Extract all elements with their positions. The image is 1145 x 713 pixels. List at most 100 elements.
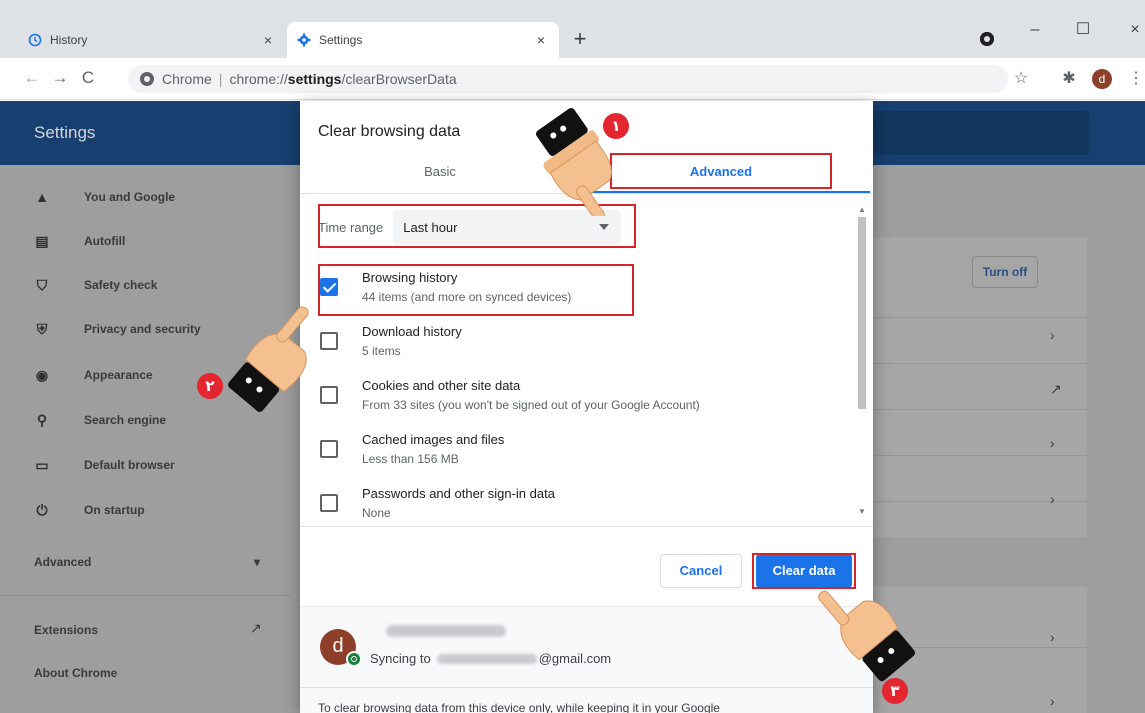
minimize-button[interactable]: – (1018, 18, 1052, 42)
sync-info: d Syncing to @gmail.com To clear browsin… (300, 606, 873, 713)
sidebar-advanced-label: Advanced (34, 555, 92, 569)
option-title: Passwords and other sign-in data (362, 486, 555, 501)
sync-divider (300, 687, 873, 688)
window-close-button[interactable]: × (1118, 18, 1145, 42)
checkbox[interactable] (320, 440, 338, 458)
search-icon: ⚲ (36, 411, 48, 428)
sync-note: To clear browsing data from this device … (318, 701, 720, 713)
close-icon[interactable]: × (260, 32, 276, 48)
syncing-text: Syncing to @gmail.com (370, 651, 611, 666)
sidebar-item-label: Safety check (84, 278, 158, 292)
profile-indicator-icon[interactable] (980, 32, 994, 46)
url-scheme: chrome:// (229, 71, 288, 87)
step-marker-3: ٣ (882, 678, 908, 704)
sidebar-item-label: Appearance (84, 368, 153, 382)
sidebar-item-label: Privacy and security (84, 322, 201, 336)
gear-icon (297, 33, 311, 47)
option-subtitle: 5 items (362, 344, 401, 358)
forward-button[interactable]: → (48, 66, 72, 90)
scrollbar-thumb[interactable] (858, 217, 866, 409)
scroll-up-icon[interactable]: ▲ (856, 205, 868, 214)
tab-title: Settings (319, 33, 363, 47)
bookmark-star-icon[interactable]: ☆ (1010, 68, 1032, 90)
sidebar-item-autofill[interactable]: ▤ Autofill (34, 229, 125, 253)
back-button[interactable]: ← (20, 66, 44, 90)
open-in-new-icon: ↗ (250, 620, 262, 636)
option-subtitle: From 33 sites (you won't be signed out o… (362, 398, 700, 412)
sidebar-item-privacy[interactable]: ⛨ Privacy and security (34, 317, 201, 341)
card-divider (872, 363, 1087, 364)
scroll-down-icon[interactable]: ▼ (856, 507, 868, 516)
option-title: Download history (362, 324, 462, 339)
sidebar-advanced-toggle[interactable]: Advanced ▾ (34, 555, 274, 569)
chevron-right-icon[interactable]: › (1050, 693, 1055, 709)
sidebar-item-on-startup[interactable]: ⏻ On startup (34, 498, 145, 522)
close-icon[interactable]: × (533, 32, 549, 48)
highlight-browsing-history (318, 264, 634, 316)
tab-settings[interactable]: Settings × (287, 22, 559, 58)
browser-toolbar: ← → C Chrome | chrome://settings/clearBr… (0, 58, 1145, 100)
chrome-site-icon (140, 72, 154, 86)
reload-button[interactable]: C (76, 66, 100, 90)
sync-badge-icon (346, 651, 362, 667)
shield-check-icon: ⛉ (36, 276, 48, 293)
sidebar-item-about-chrome[interactable]: About Chrome (34, 666, 117, 680)
option-passwords[interactable]: Passwords and other sign-in data None (320, 482, 840, 530)
pointing-hand-icon (535, 108, 612, 216)
browser-icon: ▭ (35, 456, 49, 473)
turn-off-sync-button[interactable]: Turn off (972, 256, 1038, 288)
step-marker-2: ٢ (197, 373, 223, 399)
extensions-puzzle-icon[interactable]: ✱ (1058, 68, 1080, 90)
chevron-right-icon[interactable]: › (1050, 435, 1055, 451)
sidebar-item-default-browser[interactable]: ▭ Default browser (34, 453, 175, 477)
sidebar-item-label: On startup (84, 503, 145, 517)
option-title: Cookies and other site data (362, 378, 521, 393)
profile-avatar[interactable]: d (1092, 69, 1112, 89)
card-divider (872, 455, 1087, 456)
pointing-hand-icon (818, 590, 916, 682)
chevron-right-icon[interactable]: › (1050, 491, 1055, 507)
sidebar-divider (0, 595, 290, 596)
sidebar-item-safety-check[interactable]: ⛉ Safety check (34, 273, 158, 297)
sidebar-item-label: Search engine (84, 413, 167, 427)
card-divider (872, 317, 1087, 318)
menu-dots-icon[interactable]: ⋮ (1125, 68, 1145, 90)
cancel-button[interactable]: Cancel (660, 554, 742, 588)
site-label: Chrome (162, 71, 212, 87)
palette-icon: ◉ (35, 366, 49, 383)
option-cookies[interactable]: Cookies and other site data From 33 site… (320, 374, 840, 422)
url-path: /clearBrowserData (341, 71, 457, 87)
page-title: Settings (34, 123, 96, 142)
sidebar-item-appearance[interactable]: ◉ Appearance (34, 363, 153, 387)
option-download-history[interactable]: Download history 5 items (320, 320, 840, 368)
chevron-right-icon[interactable]: › (1050, 629, 1055, 645)
option-cached-images[interactable]: Cached images and files Less than 156 MB (320, 428, 840, 476)
dialog-title: Clear browsing data (318, 123, 461, 140)
sidebar-item-search-engine[interactable]: ⚲ Search engine (34, 408, 166, 432)
sidebar-item-you-and-google[interactable]: ▲ You and Google (34, 185, 175, 209)
pointing-hand-icon (228, 306, 309, 412)
dialog-scrollbar[interactable]: ▲ ▼ (856, 205, 868, 519)
sidebar-item-label: Default browser (84, 458, 175, 472)
settings-search-box[interactable] (850, 111, 1090, 155)
checkbox[interactable] (320, 494, 338, 512)
url-host: settings (287, 71, 342, 87)
address-bar[interactable]: Chrome | chrome://settings/clearBrowserD… (128, 65, 1008, 93)
clipboard-icon: ▤ (35, 232, 49, 249)
chevron-down-icon: ▾ (254, 555, 261, 569)
highlight-advanced-tab (610, 153, 832, 189)
account-name-blurred (386, 625, 506, 637)
option-title: Cached images and files (362, 432, 505, 447)
tab-strip: History × Settings × + – ☐ × (0, 0, 1145, 58)
email-suffix: @gmail.com (538, 651, 612, 666)
tab-history[interactable]: History × (18, 22, 286, 58)
syncing-prefix: Syncing to (370, 651, 431, 666)
option-subtitle: None (362, 506, 391, 520)
new-tab-button[interactable]: + (566, 26, 594, 54)
sidebar-item-extensions[interactable]: Extensions (34, 623, 98, 637)
footer-divider (300, 526, 873, 527)
sidebar-item-label: Autofill (84, 234, 126, 248)
chevron-right-icon[interactable]: › (1050, 327, 1055, 343)
open-in-new-icon[interactable]: ↗ (1050, 381, 1062, 398)
maximize-button[interactable]: ☐ (1066, 18, 1100, 42)
